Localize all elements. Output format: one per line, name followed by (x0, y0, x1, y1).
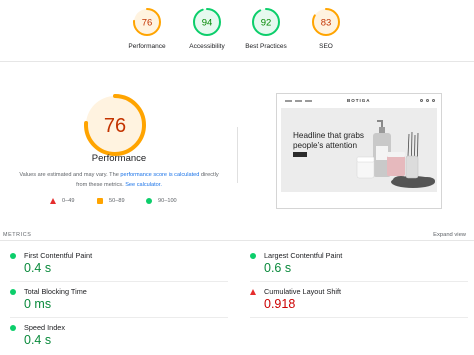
legend-range: 50–89 (109, 198, 125, 204)
gauge-seo[interactable]: 83 SEO (286, 7, 366, 50)
row-divider (10, 317, 228, 318)
metric-largest-contentful-paint: Largest Contentful Paint 0.6 s (250, 251, 450, 281)
performance-note: Values are estimated and may vary. The p… (14, 170, 224, 190)
gauge-score: 83 (321, 18, 332, 29)
circle-icon (146, 198, 152, 204)
legend-item-fail: 0–49 (50, 198, 74, 204)
gauge-score: 76 (142, 18, 153, 29)
gauge-ring: 92 (252, 8, 280, 36)
metric-name: Largest Contentful Paint (264, 251, 343, 260)
legend-item-pass: 90–100 (146, 198, 177, 204)
metric-value: 0.6 s (264, 261, 292, 275)
fail-triangle-icon (250, 289, 256, 295)
metric-total-blocking-time: Total Blocking Time 0 ms (10, 287, 210, 317)
metric-name: Speed Index (24, 323, 65, 332)
gauge-ring: 83 (312, 8, 340, 36)
vertical-divider (237, 127, 238, 183)
section-divider (0, 61, 474, 62)
expand-view-toggle[interactable]: Expand view (433, 232, 466, 238)
legend-item-average: 50–89 (97, 198, 125, 204)
preview-content (277, 193, 441, 208)
metrics-heading: METRICS (3, 232, 32, 238)
gauge-ring: 94 (193, 8, 221, 36)
pass-circle-icon (10, 253, 16, 259)
metric-value: 0.918 (264, 297, 296, 311)
metric-value: 0.4 s (24, 333, 52, 347)
product-image (356, 120, 435, 188)
gauge-score: 94 (202, 18, 213, 29)
metric-cumulative-layout-shift: Cumulative Layout Shift 0.918 (250, 287, 450, 317)
pass-circle-icon (250, 253, 256, 259)
note-text: Values are estimated and may vary. The (19, 172, 121, 178)
performance-score: 76 (104, 115, 126, 137)
gauge-score: 92 (261, 18, 272, 29)
metric-name: Cumulative Layout Shift (264, 287, 342, 296)
metric-name: Total Blocking Time (24, 287, 87, 296)
category-gauges: 76 Performance 94 Accessibility 92 Best … (0, 0, 474, 60)
preview-nav: BOTIGA (277, 94, 441, 108)
score-legend: 0–49 50–89 90–100 (50, 198, 190, 208)
legend-range: 0–49 (62, 198, 75, 204)
performance-gauge: 76 (84, 94, 146, 156)
preview-logo: BOTIGA (347, 98, 371, 103)
triangle-icon (50, 198, 56, 204)
row-divider (250, 317, 468, 318)
preview-menu-icon (285, 100, 312, 102)
metric-value: 0 ms (24, 297, 52, 311)
preview-cta-button (293, 152, 307, 157)
metric-name: First Contentful Paint (24, 251, 93, 260)
preview-headline: Headline that grabs people’s attention (293, 131, 365, 150)
metric-value: 0.4 s (24, 261, 52, 275)
page-screenshot[interactable]: BOTIGA Headline that grabs people’s atte… (276, 93, 442, 209)
calculator-link[interactable]: See calculator. (125, 182, 162, 188)
gauge-ring: 76 (133, 8, 161, 36)
preview-hero: Headline that grabs people’s attention (281, 108, 437, 192)
metric-first-contentful-paint: First Contentful Paint 0.4 s (10, 251, 210, 281)
metrics-divider (0, 240, 474, 241)
performance-title: Performance (91, 153, 147, 164)
row-divider (250, 281, 468, 282)
metric-speed-index: Speed Index 0.4 s (10, 323, 210, 353)
gauge-label: SEO (319, 43, 333, 50)
pass-circle-icon (10, 289, 16, 295)
pass-circle-icon (10, 325, 16, 331)
square-icon (97, 198, 103, 204)
preview-header-icons (420, 99, 435, 102)
row-divider (10, 281, 228, 282)
score-calculation-link[interactable]: performance score is calculated (120, 172, 199, 178)
legend-range: 90–100 (158, 198, 177, 204)
